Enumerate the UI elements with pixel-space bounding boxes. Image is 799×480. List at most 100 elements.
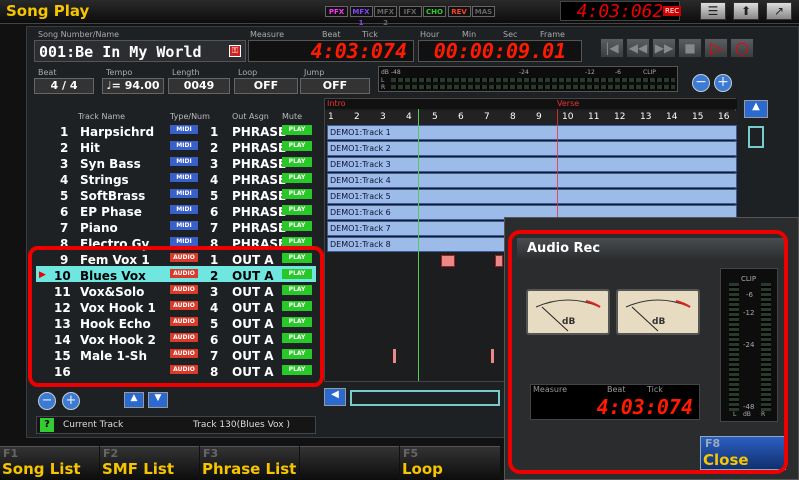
play-button[interactable]: ▷ — [704, 38, 728, 58]
track-minus-button[interactable]: − — [38, 392, 56, 410]
time-display: 00:00:09.01 — [418, 40, 582, 62]
fkey-number: F3 — [203, 447, 219, 460]
track-type-number: 1 — [210, 125, 219, 139]
meter-channel: R — [381, 84, 386, 91]
fast-forward-button[interactable]: ▶▶ — [652, 38, 676, 58]
track-out-assign: PHRASE — [232, 141, 287, 155]
fx-switch[interactable]: PFX — [325, 6, 348, 17]
meter-tick: CLIP — [643, 69, 656, 76]
track-row[interactable]: 3 Syn Bass MIDI 3 PHRASE PLAY — [36, 156, 318, 172]
track-type-number: 4 — [210, 173, 219, 187]
skip-start-icon: |◀ — [605, 41, 619, 55]
measure-ruler[interactable]: 1 2 3 4 5 6 7 8 9 10 11 12 13 14 15 16 — [325, 111, 737, 125]
list-button[interactable]: ☰ — [700, 2, 726, 20]
audio-region[interactable] — [441, 255, 455, 267]
song-name-field[interactable]: 001:Be In My World ⚿ — [34, 40, 246, 62]
audio-region[interactable] — [393, 349, 396, 363]
loop-value[interactable]: OFF — [234, 78, 298, 94]
f1-song-list-button[interactable]: F1 Song List — [0, 446, 99, 480]
length-value[interactable]: 0049 — [168, 78, 230, 94]
fx-switch[interactable]: CHO — [423, 6, 446, 17]
f5-loop-button[interactable]: F5 Loop — [400, 446, 500, 480]
track-mute-toggle[interactable]: PLAY — [282, 157, 312, 167]
fkey-label: Loop — [402, 460, 443, 478]
status-bar: ? Current Track Track 130(Blues Vox ) — [36, 416, 316, 434]
track-out-assign: PHRASE — [232, 157, 287, 171]
beat-title: Beat — [38, 68, 57, 77]
beat-value[interactable]: 4 / 4 — [34, 78, 94, 94]
fx-switch[interactable]: IFX — [398, 6, 422, 17]
f3-phrase-list-button[interactable]: F3 Phrase List — [200, 446, 299, 480]
meter-tick: -12 — [585, 69, 595, 76]
zoom-out-button[interactable]: − — [692, 74, 710, 92]
record-button[interactable]: ○ — [730, 38, 754, 58]
track-plus-button[interactable]: + — [62, 392, 80, 410]
song-name-label: Song Number/Name — [38, 30, 120, 39]
horizontal-scroll-thumb[interactable] — [350, 390, 500, 406]
help-icon[interactable]: ? — [40, 418, 54, 432]
verse-marker[interactable]: Verse — [557, 99, 579, 108]
measure-number: 4 — [406, 112, 412, 122]
frame-label: Frame — [540, 30, 565, 39]
meter-bar-r — [391, 85, 675, 89]
track-row[interactable]: 4 Strings MIDI 4 PHRASE PLAY — [36, 172, 318, 188]
track-name: Strings — [80, 173, 129, 187]
track-out-assign: PHRASE — [232, 125, 287, 139]
list-icon: ☰ — [707, 4, 719, 18]
track-row[interactable]: 2 Hit MIDI 2 PHRASE PLAY — [36, 140, 318, 156]
scroll-up-button[interactable]: ▲ — [744, 100, 768, 118]
jump-value[interactable]: OFF — [300, 78, 370, 94]
fx-switch[interactable]: MFX 2 — [374, 6, 397, 27]
track-mute-toggle[interactable]: PLAY — [282, 141, 312, 151]
track-row[interactable]: 6 EP Phase MIDI 6 PHRASE PLAY — [36, 204, 318, 220]
tempo-value[interactable]: ♩= 94.00 — [102, 78, 164, 94]
exit-button[interactable]: ↗ — [766, 2, 792, 20]
audio-region[interactable] — [495, 255, 503, 267]
track-mute-toggle[interactable]: PLAY — [282, 205, 312, 215]
stop-button[interactable]: ■ — [678, 38, 702, 58]
audio-tracks-highlight — [28, 246, 324, 387]
phrase-block[interactable]: DEMO1:Track 4 — [327, 173, 737, 188]
audio-region[interactable] — [491, 349, 494, 363]
up-button[interactable]: ⬆ — [733, 2, 759, 20]
track-type-badge: MIDI — [170, 189, 198, 198]
length-title: Length — [172, 68, 200, 77]
track-up-button[interactable]: ▲ — [124, 392, 144, 408]
fx-switch[interactable]: MFX 1 — [349, 6, 373, 27]
track-down-button[interactable]: ▼ — [148, 392, 168, 408]
track-mute-toggle[interactable]: PLAY — [282, 173, 312, 183]
track-type-badge: MIDI — [170, 237, 198, 246]
zoom-in-button[interactable]: + — [714, 74, 732, 92]
intro-marker[interactable]: Intro — [327, 99, 346, 108]
track-mute-toggle[interactable]: PLAY — [282, 189, 312, 199]
fx-switch[interactable]: REV — [447, 6, 471, 17]
phrase-block[interactable]: DEMO1:Track 1 — [327, 125, 737, 140]
vertical-scroll-thumb[interactable] — [748, 126, 764, 148]
audio-rec-highlight — [508, 230, 788, 474]
min-label: Min — [462, 30, 477, 39]
phrase-block[interactable]: DEMO1:Track 2 — [327, 141, 737, 156]
fx-switch[interactable]: MAS — [472, 6, 495, 17]
measure-number: 3 — [380, 112, 386, 122]
track-row[interactable]: 5 SoftBrass MIDI 5 PHRASE PLAY — [36, 188, 318, 204]
f2-smf-list-button[interactable]: F2 SMF List — [100, 446, 199, 480]
phrase-block[interactable]: DEMO1:Track 3 — [327, 157, 737, 172]
track-mute-toggle[interactable]: PLAY — [282, 221, 312, 231]
track-type-number: 3 — [210, 157, 219, 171]
fkey-label: Phrase List — [202, 460, 297, 478]
track-row[interactable]: 7 Piano MIDI 7 PHRASE PLAY — [36, 220, 318, 236]
track-number: 4 — [60, 173, 69, 187]
fkey-number: F2 — [103, 447, 119, 460]
track-mute-toggle[interactable]: PLAY — [282, 125, 312, 135]
track-out-assign: PHRASE — [232, 189, 287, 203]
scroll-left-button[interactable]: ◀ — [324, 388, 346, 406]
rewind-button[interactable]: ◀◀ — [626, 38, 650, 58]
measure-number: 15 — [692, 112, 704, 122]
measure-number: 14 — [666, 112, 678, 122]
phrase-block[interactable]: DEMO1:Track 5 — [327, 189, 737, 204]
track-row[interactable]: 1 Harpsichrd MIDI 1 PHRASE PLAY — [36, 124, 318, 140]
track-number: 1 — [60, 125, 69, 139]
rewind-start-button[interactable]: |◀ — [600, 38, 624, 58]
measure-number: 16 — [718, 112, 730, 122]
meter-tick: dB -48 — [381, 69, 401, 76]
